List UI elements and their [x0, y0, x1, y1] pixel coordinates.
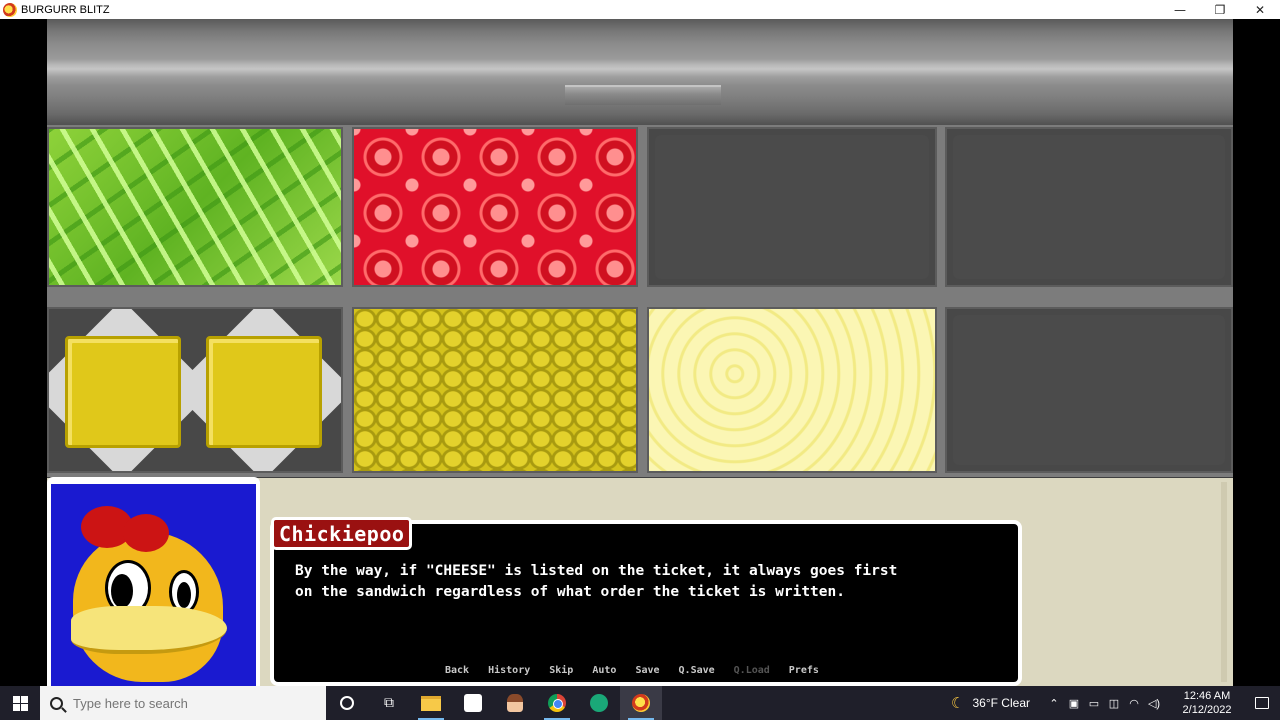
- battery-icon[interactable]: ▭: [1084, 697, 1104, 710]
- window-controls: — ❐ ✕: [1160, 0, 1280, 19]
- cortana-icon: [340, 696, 354, 710]
- burgurr-blitz-icon: [632, 694, 650, 712]
- window-titlebar: BURGURR BLITZ — ❐ ✕: [0, 0, 1280, 19]
- meet-now-icon[interactable]: ▣: [1064, 697, 1084, 710]
- game-viewport[interactable]: Chickiepoo By the way, if "CHEESE" is li…: [47, 19, 1233, 686]
- empty-bin-3[interactable]: [945, 307, 1233, 473]
- windows-logo-icon: [12, 695, 28, 711]
- system-tray: ☾ 36°F Clear ⌃ ▣ ▭ ◫ ◠ ◁) 12:46 AM 2/12/…: [951, 686, 1280, 720]
- chevron-up-icon[interactable]: ⌃: [1044, 697, 1064, 710]
- character-app-button[interactable]: [494, 686, 536, 720]
- taskbar-search[interactable]: [40, 686, 326, 720]
- counter-handle: [565, 85, 721, 105]
- app-logo-icon: [3, 2, 17, 17]
- character-app-icon: [507, 694, 523, 712]
- moon-weather-icon: ☾: [951, 695, 965, 712]
- prefs-button[interactable]: Prefs: [789, 665, 819, 676]
- volume-icon[interactable]: ◁): [1144, 697, 1164, 710]
- search-icon: [50, 696, 63, 710]
- display-icon[interactable]: ◫: [1104, 697, 1124, 710]
- taskbar: ⧉ ☾ 36°F Clear ⌃ ▣ ▭ ◫ ◠ ◁) 12:46 AM 2/1…: [0, 686, 1280, 720]
- search-input[interactable]: [73, 695, 293, 711]
- quick-save-button[interactable]: Q.Save: [679, 665, 715, 676]
- ingredient-bins: [47, 125, 1233, 477]
- minimize-button[interactable]: —: [1160, 0, 1200, 19]
- file-explorer-button[interactable]: [410, 686, 452, 720]
- window-title: BURGURR BLITZ: [21, 3, 110, 16]
- green-app-button[interactable]: [578, 686, 620, 720]
- counter-top: [47, 19, 1233, 127]
- close-button[interactable]: ✕: [1240, 0, 1280, 19]
- chat-app-button[interactable]: [452, 686, 494, 720]
- notification-icon: [1255, 697, 1269, 709]
- skip-button[interactable]: Skip: [549, 665, 573, 676]
- auto-button[interactable]: Auto: [592, 665, 616, 676]
- green-app-icon: [590, 694, 608, 712]
- letterbox-left: [0, 19, 47, 686]
- speaker-namebox: Chickiepoo: [271, 517, 413, 550]
- chrome-icon: [548, 694, 566, 712]
- chick-comb: [123, 514, 169, 552]
- empty-bin-1[interactable]: [647, 127, 937, 287]
- dialogue-text: By the way, if "CHEESE" is listed on the…: [295, 561, 995, 603]
- wifi-icon[interactable]: ◠: [1124, 697, 1144, 710]
- chick-pupil: [111, 574, 133, 608]
- tomato-bin[interactable]: [352, 127, 638, 287]
- start-button[interactable]: [0, 686, 40, 720]
- letterbox-right: [1233, 19, 1280, 686]
- clock-date: 2/12/2022: [1182, 704, 1232, 716]
- chrome-button[interactable]: [536, 686, 578, 720]
- burgurr-blitz-taskbar-button[interactable]: [620, 686, 662, 720]
- chat-app-icon: [464, 694, 482, 712]
- quick-menu: Back History Skip Auto Save Q.Save Q.Loa…: [445, 665, 838, 676]
- cheese-slice[interactable]: [65, 336, 181, 448]
- notification-button[interactable]: [1244, 697, 1280, 709]
- speaker-name: Chickiepoo: [279, 521, 405, 546]
- task-view-icon: ⧉: [384, 695, 394, 711]
- character-portrait: [51, 484, 256, 686]
- empty-bin-2[interactable]: [945, 127, 1233, 287]
- weather-text[interactable]: 36°F Clear: [973, 696, 1031, 710]
- cortana-button[interactable]: [326, 686, 368, 720]
- restore-button[interactable]: ❐: [1200, 0, 1240, 19]
- dialogue-line-1: By the way, if "CHEESE" is listed on the…: [295, 563, 898, 579]
- taskbar-clock[interactable]: 12:46 AM 2/12/2022: [1170, 689, 1244, 717]
- cheese-bin[interactable]: [47, 307, 343, 473]
- cheese-slice[interactable]: [206, 336, 322, 448]
- quick-load-button[interactable]: Q.Load: [734, 665, 770, 676]
- folder-icon: [421, 695, 441, 711]
- back-button[interactable]: Back: [445, 665, 469, 676]
- chick-pupil: [177, 582, 191, 608]
- onion-bin[interactable]: [647, 307, 937, 473]
- dialogue-line-2: on the sandwich regardless of what order…: [295, 584, 845, 600]
- pickle-bin[interactable]: [352, 307, 638, 473]
- task-view-button[interactable]: ⧉: [368, 686, 410, 720]
- save-button[interactable]: Save: [635, 665, 659, 676]
- history-button[interactable]: History: [488, 665, 530, 676]
- lettuce-bin[interactable]: [47, 127, 343, 287]
- clock-time: 12:46 AM: [1183, 690, 1231, 702]
